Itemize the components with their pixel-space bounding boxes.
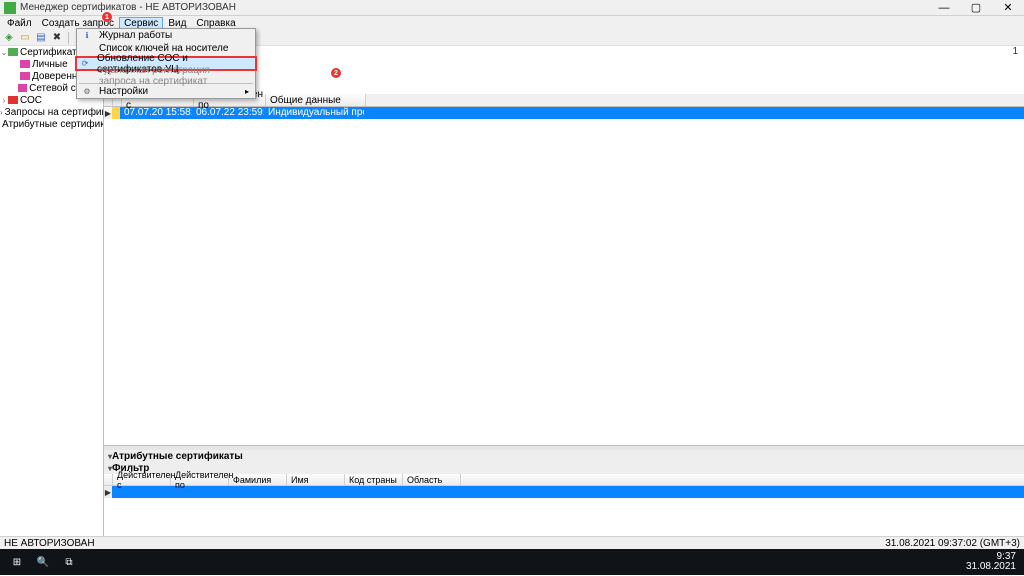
tree-requests[interactable]: › Запросы на сертификат (0, 106, 103, 118)
service-dropdown: ℹ Журнал работы Список ключей на носител… (76, 28, 256, 99)
tree-requests-label: Запросы на сертификат (5, 107, 104, 118)
dropdown-remote-label: Удаленная регистрация запроса на сертифи… (99, 65, 249, 87)
row-status-chip (112, 107, 120, 119)
cell-valid-from: 07.07.20 15:58:57 (120, 107, 192, 119)
start-button[interactable]: ⊞ (4, 551, 30, 573)
menu-file[interactable]: Файл (2, 17, 37, 30)
callout-1: 1 (102, 12, 112, 22)
system-tray-clock[interactable]: 9:37 31.08.2021 (966, 552, 1020, 572)
col-valid-from[interactable]: Действителен с (113, 474, 171, 485)
expand-icon[interactable]: › (0, 96, 8, 105)
dropdown-remote-register: Удаленная регистрация запроса на сертифи… (77, 69, 255, 82)
sidebar-tree[interactable]: ⌄ Сертификаты Личные Доверенные Сетевой … (0, 46, 104, 536)
main-area: ⌄ Сертификаты Личные Доверенные Сетевой … (0, 46, 1024, 536)
clock-date: 31.08.2021 (966, 562, 1016, 572)
tool-open-icon[interactable]: ▭ (18, 31, 32, 45)
minimize-button[interactable]: — (932, 1, 956, 15)
folder-icon (20, 60, 30, 68)
page-number: 1 (1012, 46, 1018, 57)
tool-delete-icon[interactable]: ✖ (50, 31, 64, 45)
dropdown-log[interactable]: ℹ Журнал работы (77, 29, 255, 42)
status-left: НЕ АВТОРИЗОВАН (4, 538, 95, 549)
titlebar: Менеджер сертификатов - НЕ АВТОРИЗОВАН —… (0, 0, 1024, 16)
dropdown-log-label: Журнал работы (99, 30, 172, 41)
col-common-data[interactable]: Общие данные (266, 94, 366, 106)
maximize-button[interactable]: ▢ (964, 1, 988, 15)
folder-icon (18, 84, 27, 92)
col-surname[interactable]: Фамилия (229, 474, 287, 485)
info-icon: ℹ (81, 31, 93, 41)
top-grid[interactable]: 1 Действителен с Действителен по Общие д… (104, 46, 1024, 446)
content-area: 1 Действителен с Действителен по Общие д… (104, 46, 1024, 536)
refresh-icon: ⟳ (79, 59, 91, 69)
app-icon (4, 2, 16, 14)
dropdown-settings[interactable]: ⚙ Настройки ▸ (77, 85, 255, 98)
taskbar: ⊞ 🔍 ⧉ 9:37 31.08.2021 (0, 549, 1024, 575)
table-row[interactable]: ▶ (104, 486, 1024, 498)
window-title: Менеджер сертификатов - НЕ АВТОРИЗОВАН (20, 2, 932, 13)
crl-icon (8, 96, 18, 104)
table-row[interactable]: ▶ 07.07.20 15:58:57 06.07.22 23:59:59 Ин… (104, 107, 1024, 119)
task-view-icon[interactable]: ⧉ (56, 551, 82, 573)
tool-import-icon[interactable]: ◈ (2, 31, 16, 45)
expand-icon[interactable]: ⌄ (0, 48, 8, 57)
close-button[interactable]: ✕ (996, 1, 1020, 15)
col-region[interactable]: Область (403, 474, 461, 485)
statusbar: НЕ АВТОРИЗОВАН 31.08.2021 09:37:02 (GMT+… (0, 536, 1024, 549)
folder-icon (20, 72, 30, 80)
search-icon[interactable]: 🔍 (30, 551, 56, 573)
row-marker-icon: ▶ (104, 107, 112, 119)
cert-icon (8, 48, 18, 56)
gear-icon: ⚙ (81, 87, 93, 97)
bottom-grid: Атрибутные сертификаты Фильтр Действител… (104, 446, 1024, 536)
col-name[interactable]: Имя (287, 474, 345, 485)
cell-common-data: Индивидуальный предприниматель (264, 107, 364, 119)
col-valid-to[interactable]: Действителен по (171, 474, 229, 485)
expand-icon[interactable]: › (0, 108, 3, 117)
dropdown-settings-label: Настройки (99, 86, 148, 97)
callout-2: 2 (331, 68, 341, 78)
window-controls: — ▢ ✕ (932, 1, 1020, 15)
row-marker-icon: ▶ (104, 486, 112, 498)
bottom-grid-header: Действителен с Действителен по Фамилия И… (104, 474, 1024, 486)
cell-valid-to: 06.07.22 23:59:59 (192, 107, 264, 119)
status-timestamp: 31.08.2021 09:37:02 (GMT+3) (885, 538, 1020, 549)
tree-attribute-label: Атрибутные сертификаты (2, 119, 104, 130)
tool-save-icon[interactable]: ▤ (34, 31, 48, 45)
tree-attribute[interactable]: Атрибутные сертификаты (0, 118, 103, 130)
col-country-code[interactable]: Код страны (345, 474, 403, 485)
toolbar-separator (68, 32, 69, 44)
tree-personal-label: Личные (32, 59, 68, 70)
section-filter[interactable]: Фильтр (104, 462, 1024, 474)
section-attribute-certs[interactable]: Атрибутные сертификаты (104, 450, 1024, 462)
tree-crl-label: СОС (20, 95, 42, 106)
row-selector-head (104, 474, 113, 485)
submenu-arrow-icon: ▸ (245, 87, 249, 96)
